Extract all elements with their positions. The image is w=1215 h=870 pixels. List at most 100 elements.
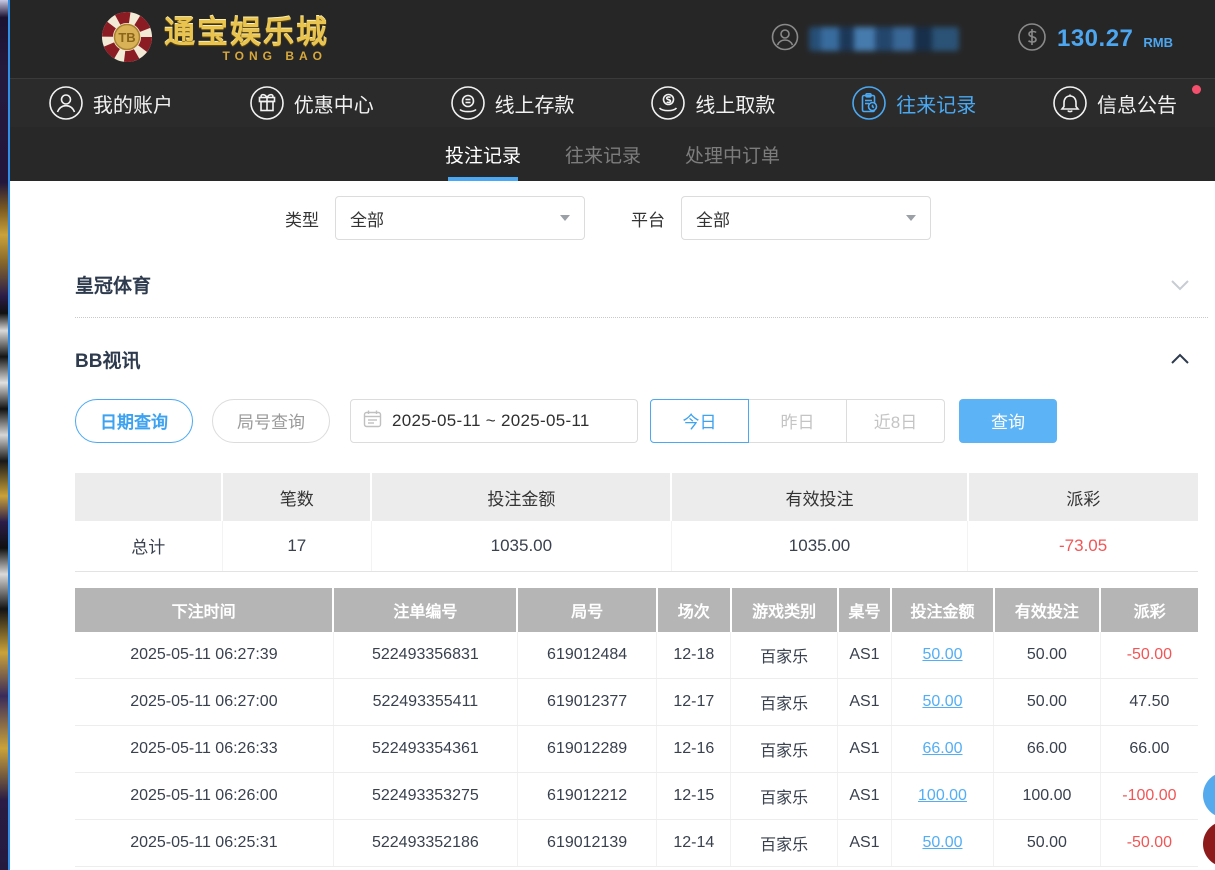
nav-item-withdraw[interactable]: 线上取款 [612, 79, 813, 127]
platform-select[interactable]: 全部 [681, 196, 931, 240]
summary-valid: 1035.00 [671, 521, 967, 571]
nav-item-my-account[interactable]: 我的账户 [10, 79, 211, 127]
table-row: 2025-05-11 06:27:39 522493356831 6190124… [75, 632, 1198, 679]
cell-payout: -50.00 [1100, 632, 1198, 679]
chevron-down-icon[interactable] [1170, 279, 1190, 291]
cell-payout: 47.50 [1100, 679, 1198, 726]
type-filter-label: 类型 [285, 206, 319, 231]
cell-game: 百家乐 [731, 632, 838, 679]
deposit-icon [450, 85, 486, 121]
cell-valid: 50.00 [994, 679, 1101, 726]
bet-amount-link[interactable]: 66.00 [922, 740, 962, 757]
cell-session: 12-17 [657, 679, 731, 726]
cell-table: AS1 [838, 820, 892, 867]
cell-time: 2025-05-11 06:26:33 [75, 726, 333, 773]
section-bb-video[interactable]: BB视讯 [75, 318, 1208, 394]
user-account[interactable] [771, 23, 959, 56]
col-valid-bet: 有效投注 [994, 588, 1101, 632]
username-blurred [809, 27, 959, 51]
gift-icon [249, 85, 285, 121]
content-area: 类型 全部 平台 全部 皇冠体育 BB视讯 [10, 196, 1215, 867]
cell-game: 百家乐 [731, 773, 838, 820]
date-range-picker[interactable]: 2025-05-11 ~ 2025-05-11 [350, 399, 638, 443]
bet-records-table: 下注时间 注单编号 局号 场次 游戏类别 桌号 投注金额 有效投注 派彩 202… [75, 588, 1198, 868]
cell-payout: -100.00 [1100, 773, 1198, 820]
cell-valid: 66.00 [994, 726, 1101, 773]
nav-item-deposit[interactable]: 线上存款 [412, 79, 613, 127]
nav-item-promotions[interactable]: 优惠中心 [211, 79, 412, 127]
cell-time: 2025-05-11 06:26:00 [75, 773, 333, 820]
table-row: 2025-05-11 06:25:31 522493352186 6190121… [75, 820, 1198, 867]
cell-order: 522493355411 [333, 679, 517, 726]
cell-table: AS1 [838, 726, 892, 773]
chevron-up-icon[interactable] [1170, 353, 1190, 365]
cell-round: 619012139 [517, 820, 656, 867]
bell-icon [1052, 85, 1088, 121]
cell-session: 12-15 [657, 773, 731, 820]
balance[interactable]: 130.27 RMB [1017, 22, 1173, 57]
section-crown-sports[interactable]: 皇冠体育 [75, 252, 1208, 318]
withdraw-icon [650, 85, 686, 121]
col-session: 场次 [657, 588, 731, 632]
query-controls: 日期查询 局号查询 2025-05-11 ~ 2025-05-11 今日 昨日 … [75, 398, 1208, 443]
bet-amount-link[interactable]: 50.00 [922, 693, 962, 710]
today-button[interactable]: 今日 [650, 399, 749, 443]
col-game-type: 游戏类别 [731, 588, 838, 632]
nav-label: 信息公告 [1097, 89, 1177, 118]
tab-processing-orders[interactable]: 处理中订单 [685, 127, 780, 181]
page: TB 通宝娱乐城 TONG BAO [10, 0, 1215, 870]
date-range-value: 2025-05-11 ~ 2025-05-11 [392, 411, 590, 431]
site-logo[interactable]: TB 通宝娱乐城 TONG BAO [100, 10, 329, 69]
user-icon [48, 85, 84, 121]
cell-table: AS1 [838, 679, 892, 726]
header-right: 130.27 RMB [771, 0, 1173, 78]
search-button[interactable]: 查询 [959, 399, 1057, 443]
section-title: BB视讯 [75, 346, 140, 373]
platform-select-value: 全部 [696, 206, 730, 231]
summary-header-blank [75, 473, 222, 521]
bet-amount-link[interactable]: 100.00 [918, 787, 967, 804]
cell-game: 百家乐 [731, 726, 838, 773]
date-query-button[interactable]: 日期查询 [75, 399, 193, 443]
cell-game: 百家乐 [731, 820, 838, 867]
cell-game: 百家乐 [731, 679, 838, 726]
user-icon [771, 23, 799, 56]
background-window-sliver [0, 0, 10, 870]
dollar-coin-icon [1017, 22, 1047, 57]
summary-table: 笔数 投注金额 有效投注 派彩 总计 17 1035.00 1035.00 -7… [75, 473, 1198, 572]
bet-amount-link[interactable]: 50.00 [922, 834, 962, 851]
balance-currency: RMB [1143, 35, 1173, 50]
type-select[interactable]: 全部 [335, 196, 585, 240]
last-8-days-button[interactable]: 近8日 [846, 399, 945, 443]
cell-table: AS1 [838, 632, 892, 679]
summary-header-row: 笔数 投注金额 有效投注 派彩 [75, 473, 1198, 521]
tab-bet-records[interactable]: 投注记录 [445, 127, 521, 181]
cell-order: 522493353275 [333, 773, 517, 820]
cell-valid: 50.00 [994, 820, 1101, 867]
summary-count: 17 [222, 521, 371, 571]
records-icon [851, 85, 887, 121]
nav-label: 优惠中心 [294, 89, 374, 118]
cell-session: 12-14 [657, 820, 731, 867]
col-payout: 派彩 [1100, 588, 1198, 632]
yesterday-button[interactable]: 昨日 [748, 399, 847, 443]
cell-round: 619012377 [517, 679, 656, 726]
nav-item-transaction-records[interactable]: 往来记录 [813, 79, 1014, 127]
round-query-button[interactable]: 局号查询 [212, 399, 330, 443]
col-round-number: 局号 [517, 588, 656, 632]
bet-amount-link[interactable]: 50.00 [922, 646, 962, 663]
cell-table: AS1 [838, 773, 892, 820]
summary-bet: 1035.00 [371, 521, 671, 571]
col-bet-time: 下注时间 [75, 588, 333, 632]
filter-row: 类型 全部 平台 全部 [285, 196, 1208, 240]
cell-time: 2025-05-11 06:27:39 [75, 632, 333, 679]
summary-header-count: 笔数 [222, 473, 371, 521]
summary-total-row: 总计 17 1035.00 1035.00 -73.05 [75, 521, 1198, 571]
table-row: 2025-05-11 06:27:00 522493355411 6190123… [75, 679, 1198, 726]
cell-valid: 100.00 [994, 773, 1101, 820]
nav-label: 我的账户 [93, 89, 173, 118]
nav-item-announcements[interactable]: 信息公告 [1014, 79, 1215, 127]
platform-filter-label: 平台 [631, 206, 665, 231]
tab-transaction-records[interactable]: 往来记录 [565, 127, 641, 181]
date-preset-group: 今日 昨日 近8日 [650, 399, 945, 443]
